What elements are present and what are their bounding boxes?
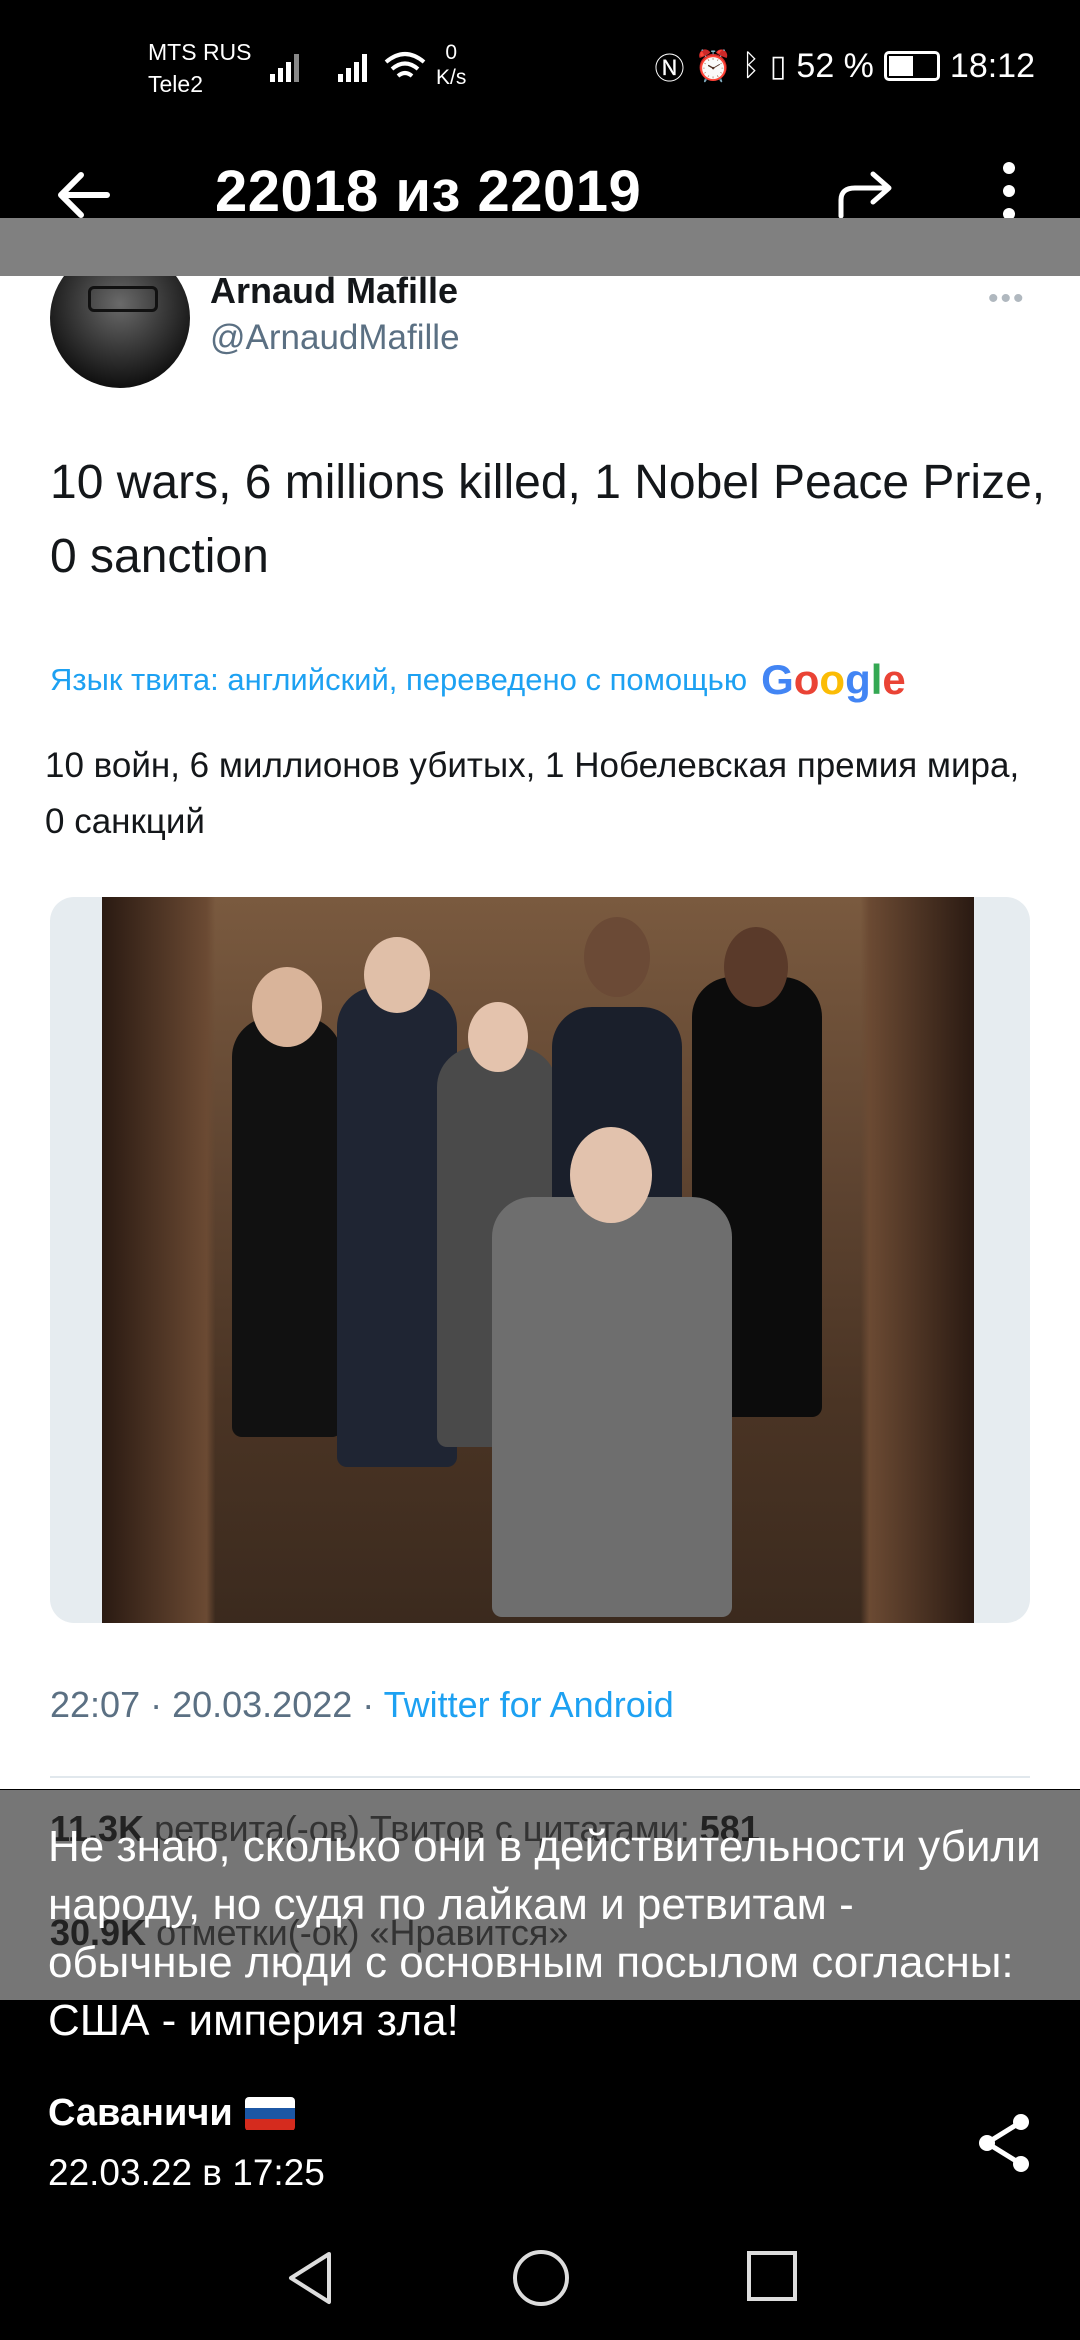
- status-icons: Ⓝ ⏰ ᛒ ▯ 52 % 18:12: [655, 44, 1035, 88]
- nav-recents-icon[interactable]: [747, 2251, 797, 2301]
- net-speed-unit: K/s: [436, 66, 467, 89]
- vibrate-icon: ▯: [769, 49, 787, 83]
- carrier-1: MTS RUS: [148, 39, 252, 65]
- forward-share-icon[interactable]: [835, 170, 895, 220]
- system-nav-bar: [0, 2220, 1080, 2340]
- net-speed: 0 K/s: [436, 40, 466, 90]
- wifi-icon: [384, 52, 426, 78]
- tweet-more-icon: •••: [988, 282, 1026, 315]
- bluetooth-icon: ᛒ: [741, 49, 760, 82]
- tweet-translation: 10 войн, 6 миллионов убитых, 1 Нобелевск…: [45, 746, 1020, 841]
- battery-icon: [883, 51, 940, 81]
- share-icon[interactable]: [975, 2112, 1035, 2174]
- overlay-band: [0, 218, 1080, 276]
- carrier-2: Tele2: [148, 71, 203, 97]
- clock: 18:12: [949, 46, 1035, 85]
- russia-flag-icon: [244, 2096, 295, 2131]
- tweet-meta: 22:07 · 20.03.2022 · Twitter for Android: [50, 1684, 674, 1726]
- post-date: 22.03.22 в 17:25: [48, 2152, 325, 2193]
- alarm-icon: ⏰: [694, 49, 732, 83]
- net-speed-value: 0: [445, 41, 458, 64]
- more-menu-icon[interactable]: [1000, 162, 1018, 224]
- post-caption: Не знаю, сколько они в действительности …: [48, 1822, 1041, 2045]
- group-photo: [102, 897, 974, 1623]
- nav-back-icon[interactable]: [285, 2250, 335, 2306]
- google-logo: Google: [761, 656, 906, 703]
- battery-percent: 52 %: [796, 46, 874, 85]
- tweet-time: 22:07 · 20.03.2022 ·: [50, 1684, 384, 1725]
- back-arrow-icon[interactable]: [55, 170, 110, 220]
- status-bar: MTS RUS Tele2 0 K/s Ⓝ ⏰ ᛒ ▯ 52 % 18:12: [0, 0, 1080, 130]
- tweet-text: 10 wars, 6 millions killed, 1 Nobel Peac…: [50, 456, 1046, 583]
- tweet-author-handle: @ArnaudMafille: [210, 318, 460, 357]
- page-title: 22018 из 22019: [215, 159, 642, 224]
- translate-info: Язык твита: английский, переведено с пом…: [50, 656, 906, 704]
- tweet-media: [50, 897, 1030, 1623]
- divider: [50, 1776, 1030, 1778]
- nfc-icon: Ⓝ: [654, 53, 685, 86]
- post-author[interactable]: Саваничи: [48, 2092, 295, 2135]
- nav-home-icon[interactable]: [513, 2250, 569, 2306]
- tweet-author-name: Arnaud Mafille: [210, 276, 459, 311]
- tweet-screenshot-image[interactable]: Arnaud Mafille @ArnaudMafille ••• 10 war…: [0, 276, 1080, 1789]
- translate-label: Язык твита: английский, переведено с пом…: [50, 662, 748, 697]
- author-name: Саваничи: [48, 2092, 233, 2134]
- tweet-avatar: [50, 276, 190, 388]
- tweet-source: Twitter for Android: [383, 1684, 674, 1725]
- signal-icon: [270, 54, 299, 82]
- carrier-info: MTS RUS Tele2: [148, 36, 252, 100]
- signal-icon-2: [338, 54, 367, 82]
